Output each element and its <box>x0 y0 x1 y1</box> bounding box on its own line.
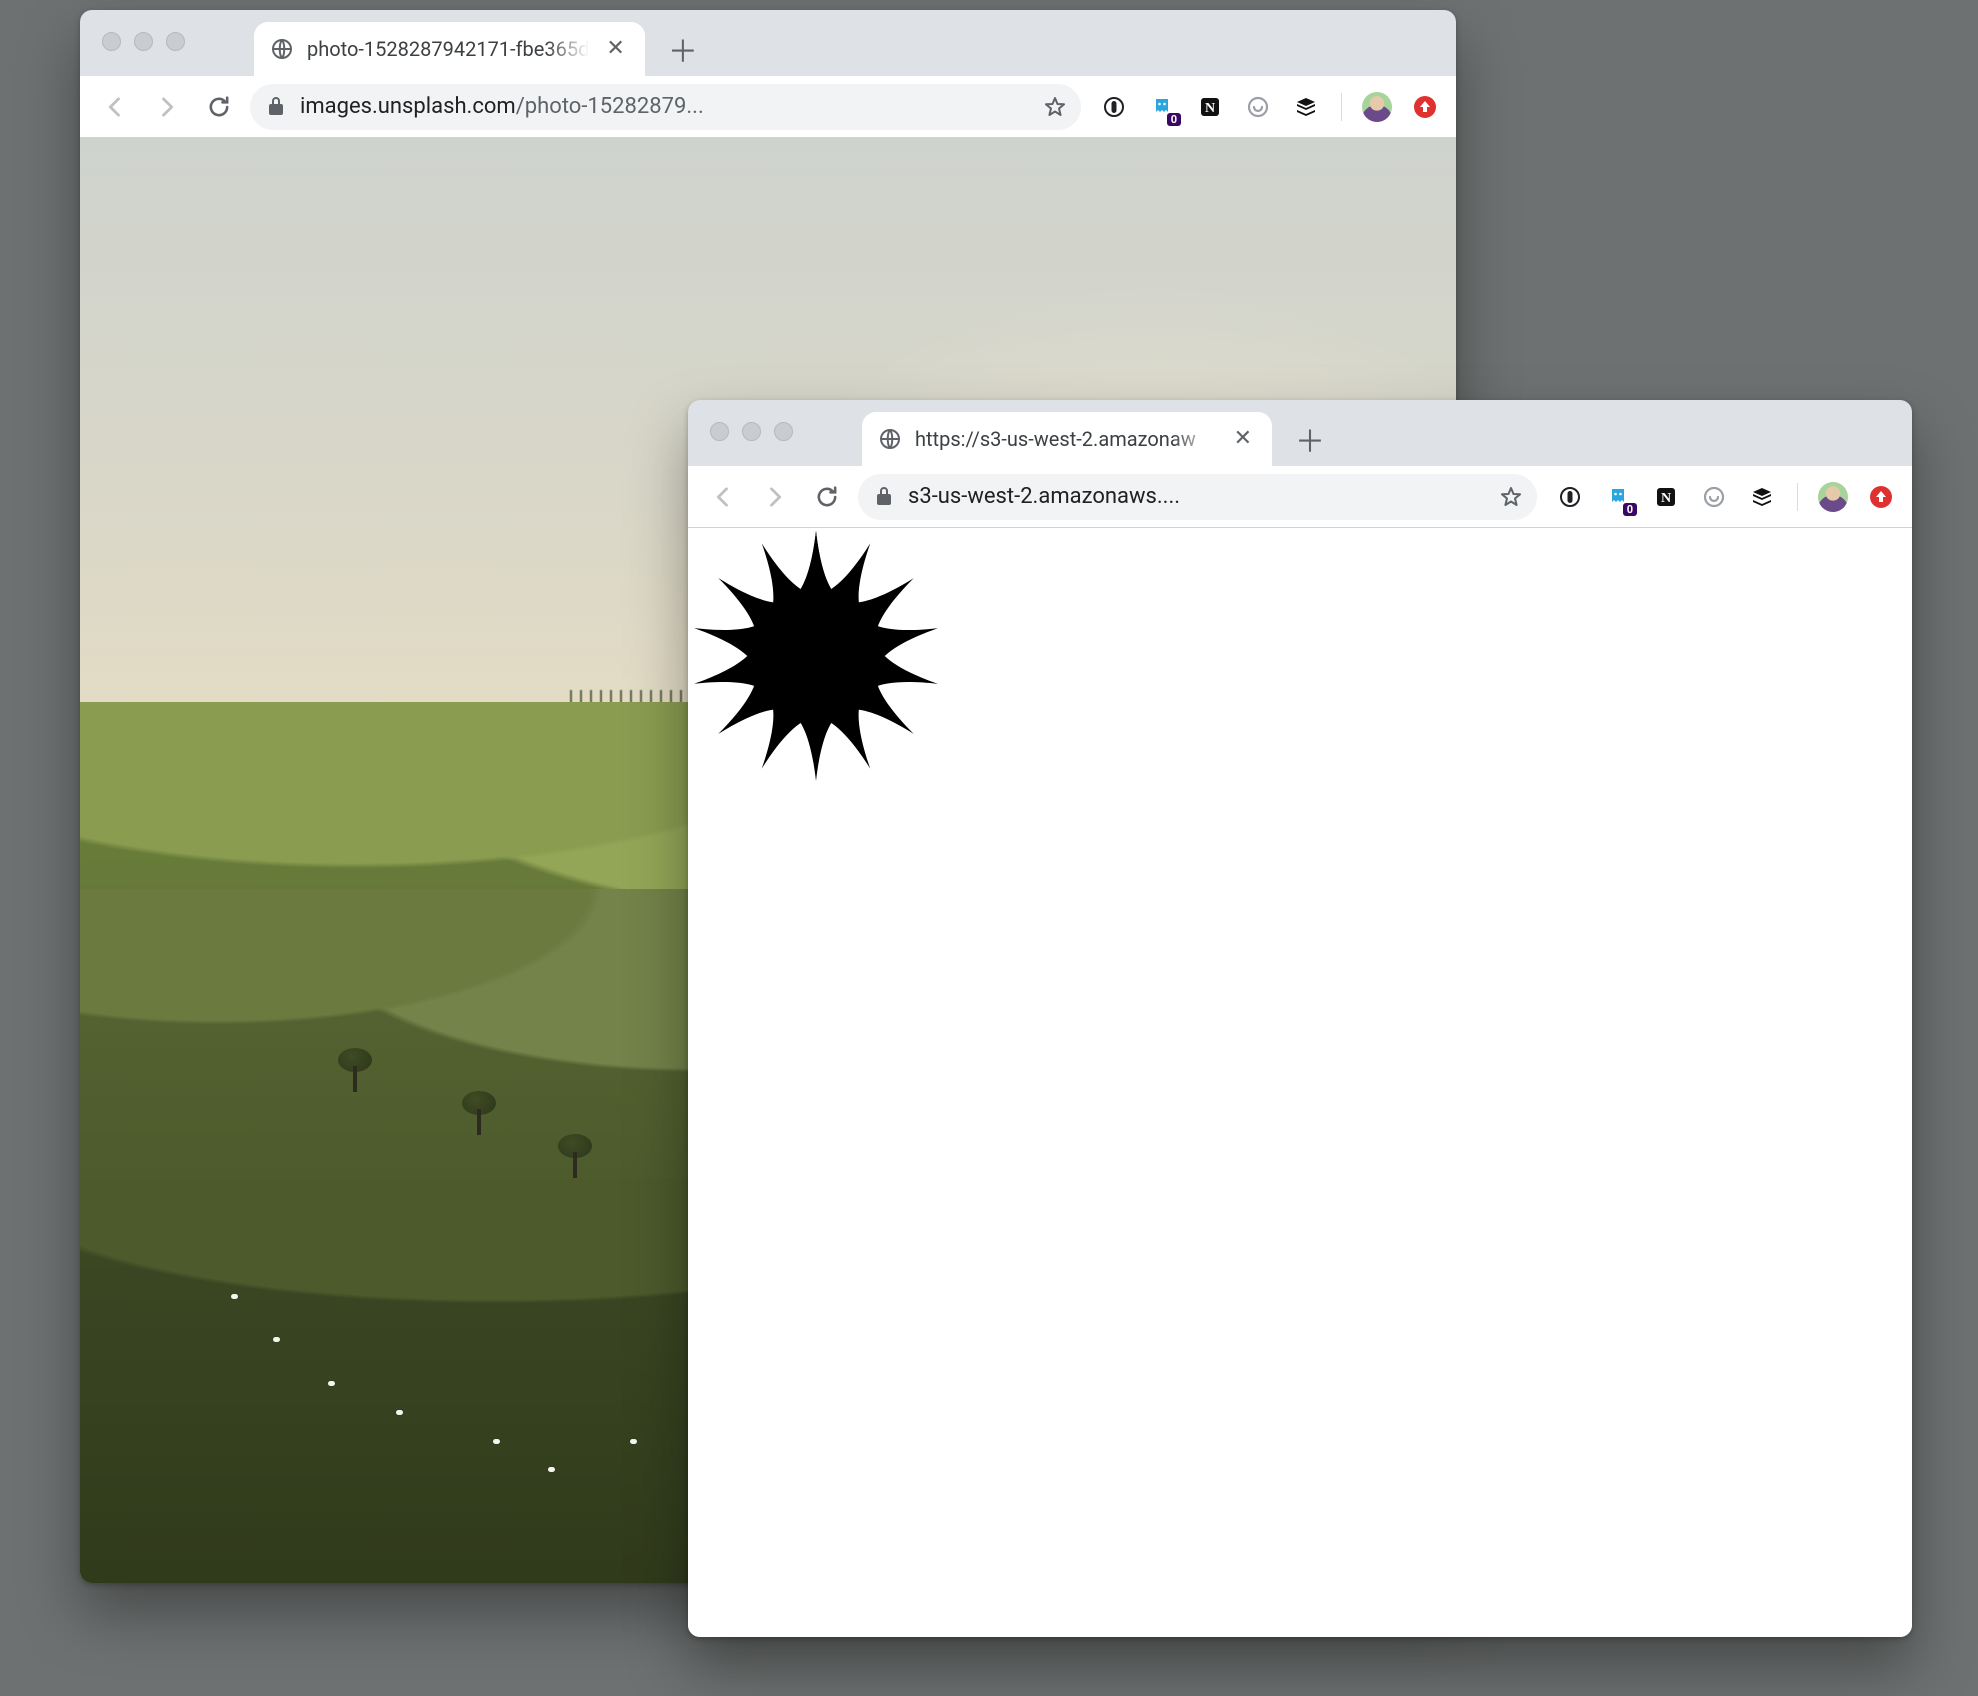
tab-title: photo-1528287942171-fbe365d <box>307 37 589 61</box>
onepassword-icon[interactable] <box>1553 480 1587 514</box>
url: images.unsplash.com /photo-15282879... <box>300 94 704 119</box>
convertkit-extension-icon[interactable] <box>1241 90 1275 124</box>
svg-text:N: N <box>1205 101 1215 116</box>
reload-button[interactable] <box>806 476 848 518</box>
upload-extension-icon[interactable] <box>1408 90 1442 124</box>
reload-button[interactable] <box>198 86 240 128</box>
tab-strip: photo-1528287942171-fbe365d ✕ ＋ <box>80 10 1456 76</box>
lock-icon <box>872 485 896 509</box>
traffic-minimize[interactable] <box>742 422 761 441</box>
bookmark-star-icon[interactable] <box>1499 485 1523 509</box>
toolbar: s3-us-west-2.amazonaws.... 0 N <box>688 466 1912 528</box>
ghost-extension-icon[interactable]: 0 <box>1601 480 1635 514</box>
toolbar: images.unsplash.com /photo-15282879... 0… <box>80 76 1456 138</box>
traffic-minimize[interactable] <box>134 32 153 51</box>
bookmark-star-icon[interactable] <box>1043 95 1067 119</box>
address-bar[interactable]: images.unsplash.com /photo-15282879... <box>250 84 1081 130</box>
url: s3-us-west-2.amazonaws.... <box>908 484 1180 509</box>
ghost-badge: 0 <box>1623 503 1637 516</box>
profile-avatar[interactable] <box>1360 90 1394 124</box>
globe-icon <box>270 37 294 61</box>
url-host: s3-us-west-2.amazonaws.... <box>908 484 1180 509</box>
tab-title: https://s3-us-west-2.amazonaw <box>915 427 1217 451</box>
url-host: images.unsplash.com <box>300 94 516 119</box>
extensions: 0 N <box>1091 90 1442 124</box>
ghost-extension-icon[interactable]: 0 <box>1145 90 1179 124</box>
svg-text:N: N <box>1661 491 1671 506</box>
onepassword-icon[interactable] <box>1097 90 1131 124</box>
close-tab-icon[interactable]: ✕ <box>1230 424 1256 454</box>
traffic-zoom[interactable] <box>774 422 793 441</box>
globe-icon <box>878 427 902 451</box>
ghost-badge: 0 <box>1167 113 1181 126</box>
extensions: 0 N <box>1547 480 1898 514</box>
back-button[interactable] <box>94 86 136 128</box>
browser-window-front: https://s3-us-west-2.amazonaw ✕ ＋ s3-us-… <box>688 400 1912 1637</box>
toolbar-divider <box>1341 93 1342 121</box>
tab-strip: https://s3-us-west-2.amazonaw ✕ ＋ <box>688 400 1912 466</box>
buffer-extension-icon[interactable] <box>1289 90 1323 124</box>
new-tab-button[interactable]: ＋ <box>661 27 705 71</box>
upload-extension-icon[interactable] <box>1864 480 1898 514</box>
browser-tab[interactable]: photo-1528287942171-fbe365d ✕ <box>254 22 645 76</box>
sun-svg-image <box>691 531 941 781</box>
lock-icon <box>264 95 288 119</box>
window-controls <box>102 32 185 51</box>
url-path: /photo-15282879... <box>516 94 704 119</box>
window-controls <box>710 422 793 441</box>
traffic-close[interactable] <box>102 32 121 51</box>
toolbar-divider <box>1797 483 1798 511</box>
notion-extension-icon[interactable]: N <box>1649 480 1683 514</box>
traffic-close[interactable] <box>710 422 729 441</box>
browser-tab[interactable]: https://s3-us-west-2.amazonaw ✕ <box>862 412 1272 466</box>
address-bar[interactable]: s3-us-west-2.amazonaws.... <box>858 474 1537 520</box>
profile-avatar[interactable] <box>1816 480 1850 514</box>
traffic-zoom[interactable] <box>166 32 185 51</box>
back-button[interactable] <box>702 476 744 518</box>
close-tab-icon[interactable]: ✕ <box>602 34 628 64</box>
notion-extension-icon[interactable]: N <box>1193 90 1227 124</box>
page-content-svg <box>688 528 1912 1637</box>
new-tab-button[interactable]: ＋ <box>1288 417 1332 461</box>
convertkit-extension-icon[interactable] <box>1697 480 1731 514</box>
forward-button[interactable] <box>754 476 796 518</box>
forward-button[interactable] <box>146 86 188 128</box>
buffer-extension-icon[interactable] <box>1745 480 1779 514</box>
